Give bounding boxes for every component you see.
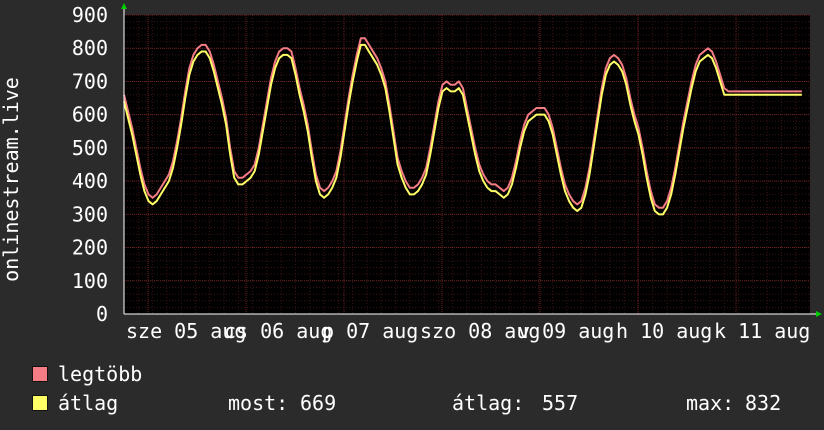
y-tick-label: 400 <box>72 169 108 193</box>
x-tick-label: v 09 aug <box>518 319 614 343</box>
y-tick-label: 0 <box>96 302 108 326</box>
x-tick-label: p 07 aug <box>322 319 418 343</box>
stat-atlag-value: 557 <box>542 391 579 415</box>
legend-label-legtobb: legtöbb <box>58 362 143 386</box>
legend-swatch-atlag <box>32 395 48 411</box>
stat-max-label: max: <box>686 391 735 415</box>
y-tick-label: 500 <box>72 136 108 160</box>
y-axis-label: onlinestream.live <box>0 77 23 282</box>
legend-swatch-legtobb <box>32 366 48 382</box>
x-tick-label: h 10 aug <box>616 319 712 343</box>
x-tick-label: cs 06 aug <box>224 319 332 343</box>
stat-atlag-label: átlag: <box>452 391 525 415</box>
y-tick-label: 900 <box>72 3 108 27</box>
y-tick-label: 800 <box>72 36 108 60</box>
y-tick-label: 200 <box>72 236 108 260</box>
stat-max-value: 832 <box>745 391 782 415</box>
x-axis-arrow <box>816 311 822 317</box>
stat-most-label: most: <box>228 391 289 415</box>
y-tick-label: 600 <box>72 103 108 127</box>
legend-label-atlag: átlag <box>58 391 119 415</box>
stat-most-value: 669 <box>300 391 337 415</box>
x-tick-label: k 11 aug <box>714 319 810 343</box>
plot-area <box>124 15 810 314</box>
y-axis-arrow <box>121 3 127 9</box>
y-tick-label: 100 <box>72 269 108 293</box>
y-tick-label: 300 <box>72 202 108 226</box>
y-tick-label: 700 <box>72 69 108 93</box>
